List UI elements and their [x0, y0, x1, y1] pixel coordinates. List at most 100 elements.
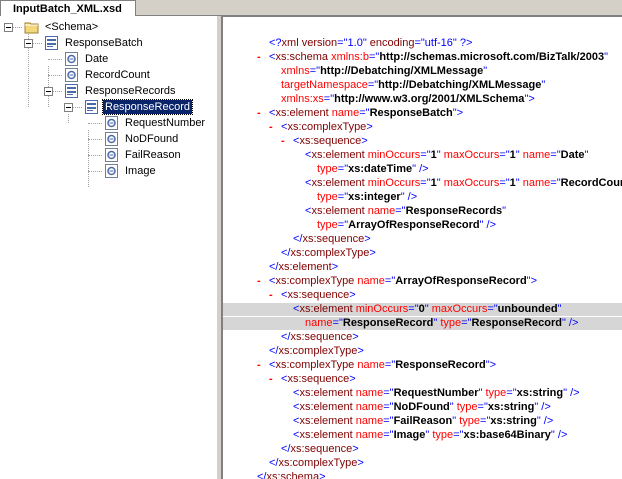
record-node-icon: [64, 84, 80, 98]
xml-token: " />: [534, 401, 551, 413]
xml-token: " />: [412, 163, 429, 175]
xml-token: xs:sequence: [290, 443, 353, 455]
xml-token: name: [352, 429, 384, 441]
tree-item-image[interactable]: Image: [104, 163, 158, 179]
tree-connector-line: [48, 75, 62, 76]
tree-connector-line: [68, 114, 69, 123]
tree-item-nodfound[interactable]: NoDFound: [104, 131, 180, 147]
xml-token: ResponseRecord: [395, 359, 486, 371]
tree-item-responserecord[interactable]: ResponseRecord: [84, 99, 193, 115]
xml-line[interactable]: <xs:element minOccurs="0" maxOccurs="unb…: [223, 303, 622, 316]
xml-line-content: type="xs:integer" />: [317, 191, 417, 204]
xml-token: name: [364, 205, 396, 217]
xml-token: ": [436, 177, 444, 189]
tree-item-date[interactable]: Date: [64, 51, 110, 67]
xml-token: encoding: [369, 37, 415, 49]
xml-token: =": [550, 177, 561, 189]
xml-token: =": [383, 415, 394, 427]
xml-token: >: [357, 457, 364, 469]
tree-item-responsebatch[interactable]: ResponseBatch: [44, 35, 145, 51]
tree-item-label: FailReason: [125, 149, 181, 161]
xml-token: =": [309, 65, 321, 77]
xml-line-content: </xs:sequence>: [281, 443, 359, 456]
xml-token: name: [328, 107, 360, 119]
collapse-minus-icon[interactable]: -: [269, 121, 273, 134]
xml-line: <xs:element name="Image" type="xs:base64…: [223, 429, 622, 442]
collapse-minus-icon[interactable]: -: [257, 359, 261, 372]
xml-token: type: [459, 415, 481, 427]
xml-token: <?: [269, 37, 282, 49]
tree-item-failreason[interactable]: FailReason: [104, 147, 183, 163]
collapse-toggle-icon[interactable]: [64, 103, 73, 112]
collapse-minus-icon[interactable]: -: [269, 289, 273, 302]
xml-line: </xs:complexType>: [223, 345, 622, 358]
xml-line: - <xs:complexType name="ResponseRecord">: [223, 359, 622, 372]
xml-line-content: <xs:element name="RequestNumber" type="x…: [293, 387, 580, 400]
schema-tree[interactable]: <Schema> ResponseBatch Date RecordCount Resp…: [0, 16, 216, 479]
field-element-icon: [104, 116, 120, 130]
collapse-minus-icon[interactable]: -: [281, 135, 285, 148]
xml-line: <xs:element minOccurs="1" maxOccurs="1" …: [223, 177, 622, 190]
xml-token: ArrayOfResponseRecord: [395, 275, 527, 287]
tree-item-schema[interactable]: <Schema>: [24, 19, 100, 35]
xml-line[interactable]: name="ResponseRecord" type="ResponseReco…: [223, 317, 622, 330]
xml-line-content: <xs:sequence>: [293, 135, 368, 148]
xml-line-content: </xs:element>: [269, 261, 338, 274]
xml-line-content: <xs:element name="ResponseBatch">: [269, 107, 463, 120]
xml-token: >: [352, 443, 359, 455]
xml-token: 1.0: [347, 37, 363, 49]
tree-connector-line: [88, 155, 102, 156]
tree-item-recordcount[interactable]: RecordCount: [64, 67, 152, 83]
xml-line: xmlns="http://Debatching/XMLMessage": [223, 65, 622, 78]
collapse-toggle-icon[interactable]: [24, 39, 33, 48]
tab-inputbatch-xsd[interactable]: InputBatch_XML.xsd: [0, 0, 136, 16]
xml-token: name: [352, 415, 384, 427]
collapse-minus-icon[interactable]: -: [269, 373, 273, 386]
field-element-icon: [64, 52, 80, 66]
xml-line-content: </xs:sequence>: [293, 233, 371, 246]
xml-token: ": [557, 303, 562, 315]
xml-token: ": [515, 177, 523, 189]
tree-connector-line: [88, 123, 102, 124]
xml-line-content: <xs:complexType name="ArrayOfResponseRec…: [269, 275, 537, 288]
field-element-icon: [104, 148, 120, 162]
collapse-toggle-icon[interactable]: [44, 87, 53, 96]
xml-line-content: </xs:complexType>: [269, 345, 364, 358]
xml-token: =": [384, 359, 396, 371]
record-node-icon: [44, 36, 60, 50]
xml-token: ResponseRecord: [471, 317, 562, 329]
xml-token: xmlns:b: [328, 51, 369, 63]
xml-token: ": [541, 79, 546, 91]
xml-line-content: <xs:complexType>: [281, 121, 373, 134]
field-element-icon: [104, 132, 120, 146]
xml-token: xs:complexType: [287, 121, 367, 133]
tree-item-label: ResponseRecord: [102, 99, 193, 115]
xml-token: xs:element: [299, 401, 353, 413]
xml-view[interactable]: <?xml version="1.0" encoding="utf-16" ?>…: [222, 16, 622, 479]
xml-token: minOccurs: [352, 303, 409, 315]
tree-item-responserecords[interactable]: ResponseRecords: [64, 83, 178, 99]
xml-token: name: [354, 275, 385, 287]
tree-item-requestnumber[interactable]: RequestNumber: [104, 115, 207, 131]
xml-token: >: [366, 121, 373, 133]
collapse-minus-icon[interactable]: -: [257, 107, 261, 120]
xml-token: =": [383, 387, 394, 399]
xml-line: - <xs:sequence>: [223, 373, 622, 386]
xml-token: FailReason: [393, 415, 453, 427]
tree-item-label: RecordCount: [85, 69, 150, 81]
xml-token: ArrayOfResponseRecord: [348, 219, 480, 231]
xml-line: - <xs:sequence>: [223, 289, 622, 302]
collapse-minus-icon[interactable]: -: [257, 51, 261, 64]
tree-connector-line: [48, 59, 62, 60]
xml-token: RecordCount: [560, 177, 622, 189]
xml-line: - <xs:complexType name="ArrayOfResponseRe…: [223, 275, 622, 288]
xml-token: ": [436, 149, 444, 161]
xml-token: =": [499, 149, 510, 161]
xml-line: </xs:schema>: [223, 471, 622, 479]
xml-token: type: [456, 401, 478, 413]
collapse-toggle-icon[interactable]: [4, 23, 13, 32]
tree-item-label: Image: [125, 165, 156, 177]
xml-line-content: <xs:element name="FailReason" type="xs:s…: [293, 415, 553, 428]
xml-line-content: </xs:sequence>: [281, 331, 359, 344]
collapse-minus-icon[interactable]: -: [257, 275, 261, 288]
